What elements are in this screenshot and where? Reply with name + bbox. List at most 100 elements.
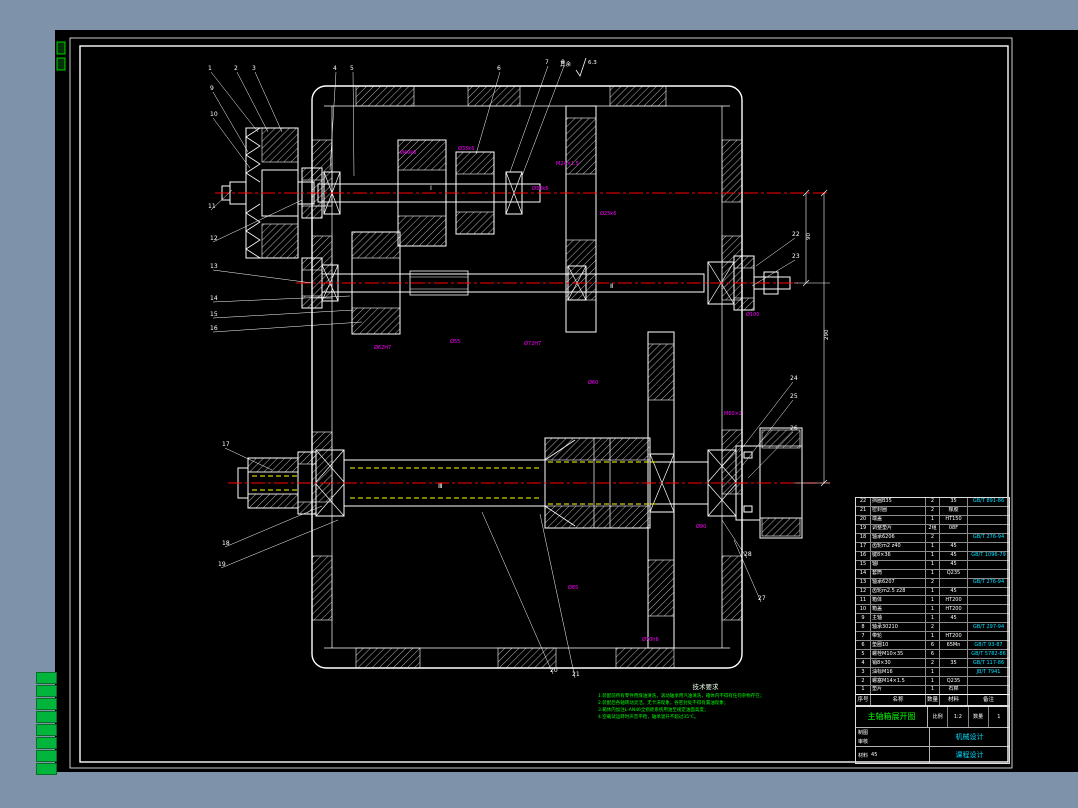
dimension-text: M24×1.5 [556, 161, 579, 167]
parts-list-cell: 18 [856, 533, 871, 542]
parts-list-cell: 3 [856, 668, 871, 677]
dim-label: 290 [824, 329, 830, 340]
callout-number: 19 [218, 561, 226, 568]
material-value: 45 [871, 752, 878, 758]
parts-list-cell: 1 [926, 668, 940, 677]
parts-list-cell: GB/T 1096-79 [971, 552, 1006, 559]
layer-chip[interactable] [36, 763, 57, 775]
parts-list-cell: 调整垫片 [871, 524, 926, 533]
dimension-text: Ø72H7 [524, 340, 541, 347]
parts-list-cell: 箱盖 [871, 605, 926, 614]
parts-list-row: 5 螺栓M10×35 6 GB/T 5782-86 [856, 649, 1009, 659]
parts-list-cell: 45 [940, 551, 968, 560]
check-label: 审核 [858, 739, 869, 745]
parts-list-cell: 齿轮m2 z40 [871, 542, 926, 551]
parts-list-row: 7 带轮 1 HT200 [856, 631, 1009, 641]
parts-list-cell: GB/T 276-94 [972, 579, 1005, 586]
tech-line: 4.空载试运转时声音平稳，轴承温升不超过35℃。 [598, 715, 699, 720]
parts-list-cell: 45 [940, 542, 968, 551]
parts-list-cell: JB/T 7941 [976, 668, 1001, 675]
layer-chip[interactable] [36, 711, 57, 723]
parts-list-cell: 2组 [926, 524, 940, 533]
tech-line: 1.装配前所有零件用煤油清洗，滚动轴承用汽油清洗，箱体内不得有任何杂物存在； [598, 694, 765, 699]
parts-list-cell: 轴Ⅰ [871, 560, 926, 569]
parts-list-cell: 2 [926, 578, 940, 587]
callout-number: 8 [561, 59, 565, 66]
parts-list-cell: 4 [856, 659, 871, 668]
tech-lines: 1.装配前所有零件用煤油清洗，滚动轴承用汽油清洗，箱体内不得有任何杂物存在； 2.… [598, 693, 813, 721]
parts-list-cell: 套筒 [871, 569, 926, 578]
dimension-text: Ø90 [696, 523, 706, 530]
parts-list-cell: 45 [940, 614, 968, 623]
parts-list-cell [940, 623, 968, 632]
callout-number: 11 [208, 203, 216, 210]
parts-list-cell: 1 [926, 551, 940, 560]
parts-list-cell: 45 [940, 560, 968, 569]
parts-list-row: 16 键8×36 1 45 GB/T 1096-79 [856, 550, 1009, 560]
callout-number: 9 [210, 85, 214, 92]
gearbox-housing [311, 85, 743, 669]
layer-chip[interactable] [36, 685, 57, 697]
parts-list-cell: 1 [926, 605, 940, 614]
parts-list-rows: 22 挡圈B35 2 35 GB/T 891-86 21 密封圈 2 橡胶 20 端盖 1 HT150 1… [856, 498, 1009, 694]
callout-number: 5 [350, 65, 354, 72]
parts-list-cell: GB/T 93-87 [974, 641, 1003, 648]
dimension-text: Ø25k6 [600, 210, 616, 217]
layer-chip[interactable] [36, 698, 57, 710]
parts-list-cell: GB/T 276-94 [972, 534, 1005, 541]
viewport-marker [56, 41, 66, 71]
callout-number: 23 [792, 253, 800, 260]
callout-number: 17 [222, 441, 230, 448]
parts-list-cell: 11 [856, 596, 871, 605]
parts-list-cell: 15 [856, 560, 871, 569]
parts-list-cell: 密封圈 [871, 506, 926, 515]
parts-list-cell [968, 516, 1009, 524]
dimension-text: Ø70h6 [642, 636, 659, 643]
parts-list-cell: 2 [856, 677, 871, 686]
parts-list-cell: 65Mn [940, 641, 968, 650]
callout-number: 12 [210, 235, 218, 242]
parts-list-cell: 端盖 [871, 515, 926, 524]
parts-list-cell: 2 [926, 533, 940, 542]
parts-list-row: 10 箱盖 1 HT200 [856, 604, 1009, 614]
parts-list-row: 1 垫片 1 石棉 [856, 685, 1009, 694]
parts-list-cell [968, 596, 1009, 604]
roughness-value: 6.3 [588, 60, 597, 66]
parts-list-cell: 20 [856, 515, 871, 524]
qty-value: 1 [997, 713, 1001, 720]
parts-list-cell [968, 561, 1009, 569]
parts-list: 22 挡圈B35 2 35 GB/T 891-86 21 密封圈 2 橡胶 20 端盖 1 HT150 1… [855, 497, 1010, 707]
parts-list-cell: 8 [856, 623, 871, 632]
parts-list-row: 8 轴承30210 2 GB/T 297-94 [856, 622, 1009, 632]
parts-list-cell: 14 [856, 569, 871, 578]
layer-chip[interactable] [36, 672, 57, 684]
parts-list-cell: 油标M16 [871, 668, 926, 677]
parts-list-cell: 35 [940, 498, 968, 506]
layer-chip-stack [36, 672, 57, 775]
parts-list-cell: 齿轮m2.5 z28 [871, 587, 926, 596]
parts-list-cell: 轴承6206 [871, 533, 926, 542]
parts-list-cell: HT150 [940, 515, 968, 524]
shaft-label: Ⅲ [438, 482, 442, 490]
layer-chip[interactable] [36, 724, 57, 736]
parts-list-cell: 9 [856, 614, 871, 623]
callout-number: 20 [550, 667, 558, 674]
scale-value: 1:2 [948, 706, 969, 727]
callout-number: 21 [572, 671, 580, 678]
layer-chip[interactable] [36, 737, 57, 749]
qty-label: 数量 [969, 706, 989, 727]
parts-list-cell: 10 [856, 605, 871, 614]
section-hatching [311, 85, 743, 669]
parts-list-cell: 垫片 [871, 686, 926, 694]
parts-list-row: 4 销8×30 2 35 GB/T 117-86 [856, 658, 1009, 668]
layer-chip[interactable] [36, 750, 57, 762]
parts-list-cell: 6 [926, 641, 940, 650]
draw-label: 制图 [858, 730, 869, 736]
parts-list-cell: GB/T 117-86 [972, 659, 1005, 666]
dimension-text: Ø55 [450, 338, 460, 345]
roughness-symbol: 其余 6.3 [560, 57, 597, 77]
dimension-text: Ø30k6 [532, 185, 548, 192]
parts-list-cell: 带轮 [871, 632, 926, 641]
callout-number: 2 [234, 65, 238, 72]
parts-list-row: 22 挡圈B35 2 35 GB/T 891-86 [856, 498, 1009, 506]
